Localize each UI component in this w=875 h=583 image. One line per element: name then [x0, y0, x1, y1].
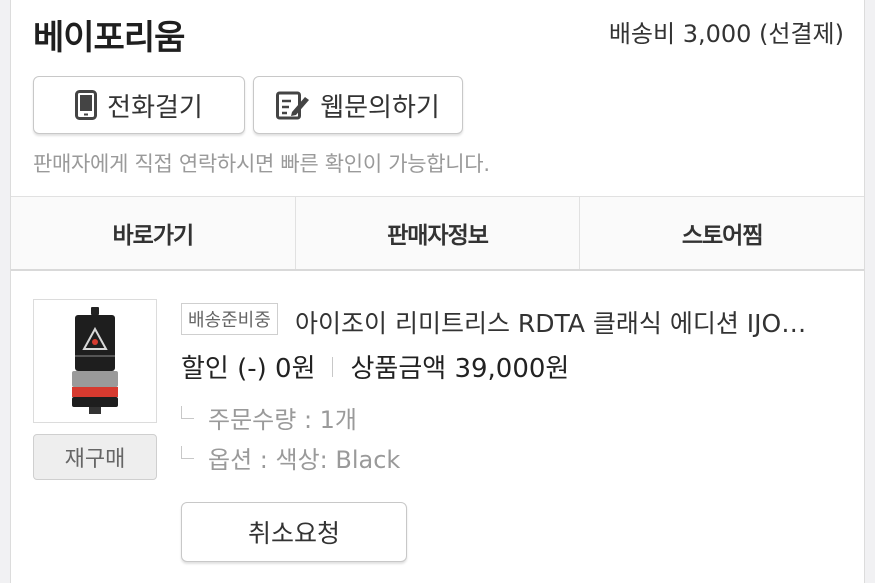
call-button-label: 전화걸기	[107, 92, 203, 123]
rebuy-button[interactable]: 재구매	[33, 434, 157, 480]
web-inquiry-label: 웹문의하기	[320, 92, 440, 123]
status-badge: 배송준비중	[181, 303, 278, 335]
web-inquiry-button[interactable]: 웹문의하기	[253, 76, 463, 134]
store-tabs: 바로가기 판매자정보 스토어찜	[11, 196, 864, 271]
price-row: 할인 (-) 0원 상품금액 39,000원	[181, 348, 569, 385]
order-option: 옵션 : 색상: Black	[181, 440, 400, 475]
order-quantity-text: 주문수량 : 1개	[208, 406, 358, 434]
order-quantity: 주문수량 : 1개	[181, 400, 357, 435]
call-button[interactable]: 전화걸기	[33, 76, 245, 134]
cancel-request-button[interactable]: 취소요청	[181, 502, 407, 562]
tab-seller-info[interactable]: 판매자정보	[296, 197, 581, 269]
tree-branch-icon	[181, 446, 194, 459]
shipping-fee: 배송비 3,000 (선결제)	[608, 20, 844, 48]
order-card: 베이포리움 배송비 3,000 (선결제) 전화걸기 웹문의하기 판매자에게 직…	[10, 0, 865, 583]
tab-store-favorite[interactable]: 스토어찜	[580, 197, 864, 269]
order-option-text: 옵션 : 색상: Black	[208, 446, 401, 474]
product-thumbnail[interactable]	[33, 299, 157, 423]
tab-shortcut[interactable]: 바로가기	[11, 197, 296, 269]
edit-note-icon	[276, 90, 310, 120]
discount-text: 할인 (-) 0원	[181, 354, 316, 384]
contact-notice: 판매자에게 직접 연락하시면 빠른 확인이 가능합니다.	[33, 152, 490, 176]
price-divider	[331, 356, 333, 377]
tree-branch-icon	[181, 406, 194, 419]
product-name[interactable]: 아이조이 리미트리스 RDTA 클래식 에디션 IJO…	[295, 304, 806, 340]
store-name[interactable]: 베이포리움	[33, 10, 185, 59]
product-amount: 상품금액 39,000원	[350, 354, 570, 384]
phone-icon	[75, 90, 98, 120]
product-image	[72, 307, 118, 414]
